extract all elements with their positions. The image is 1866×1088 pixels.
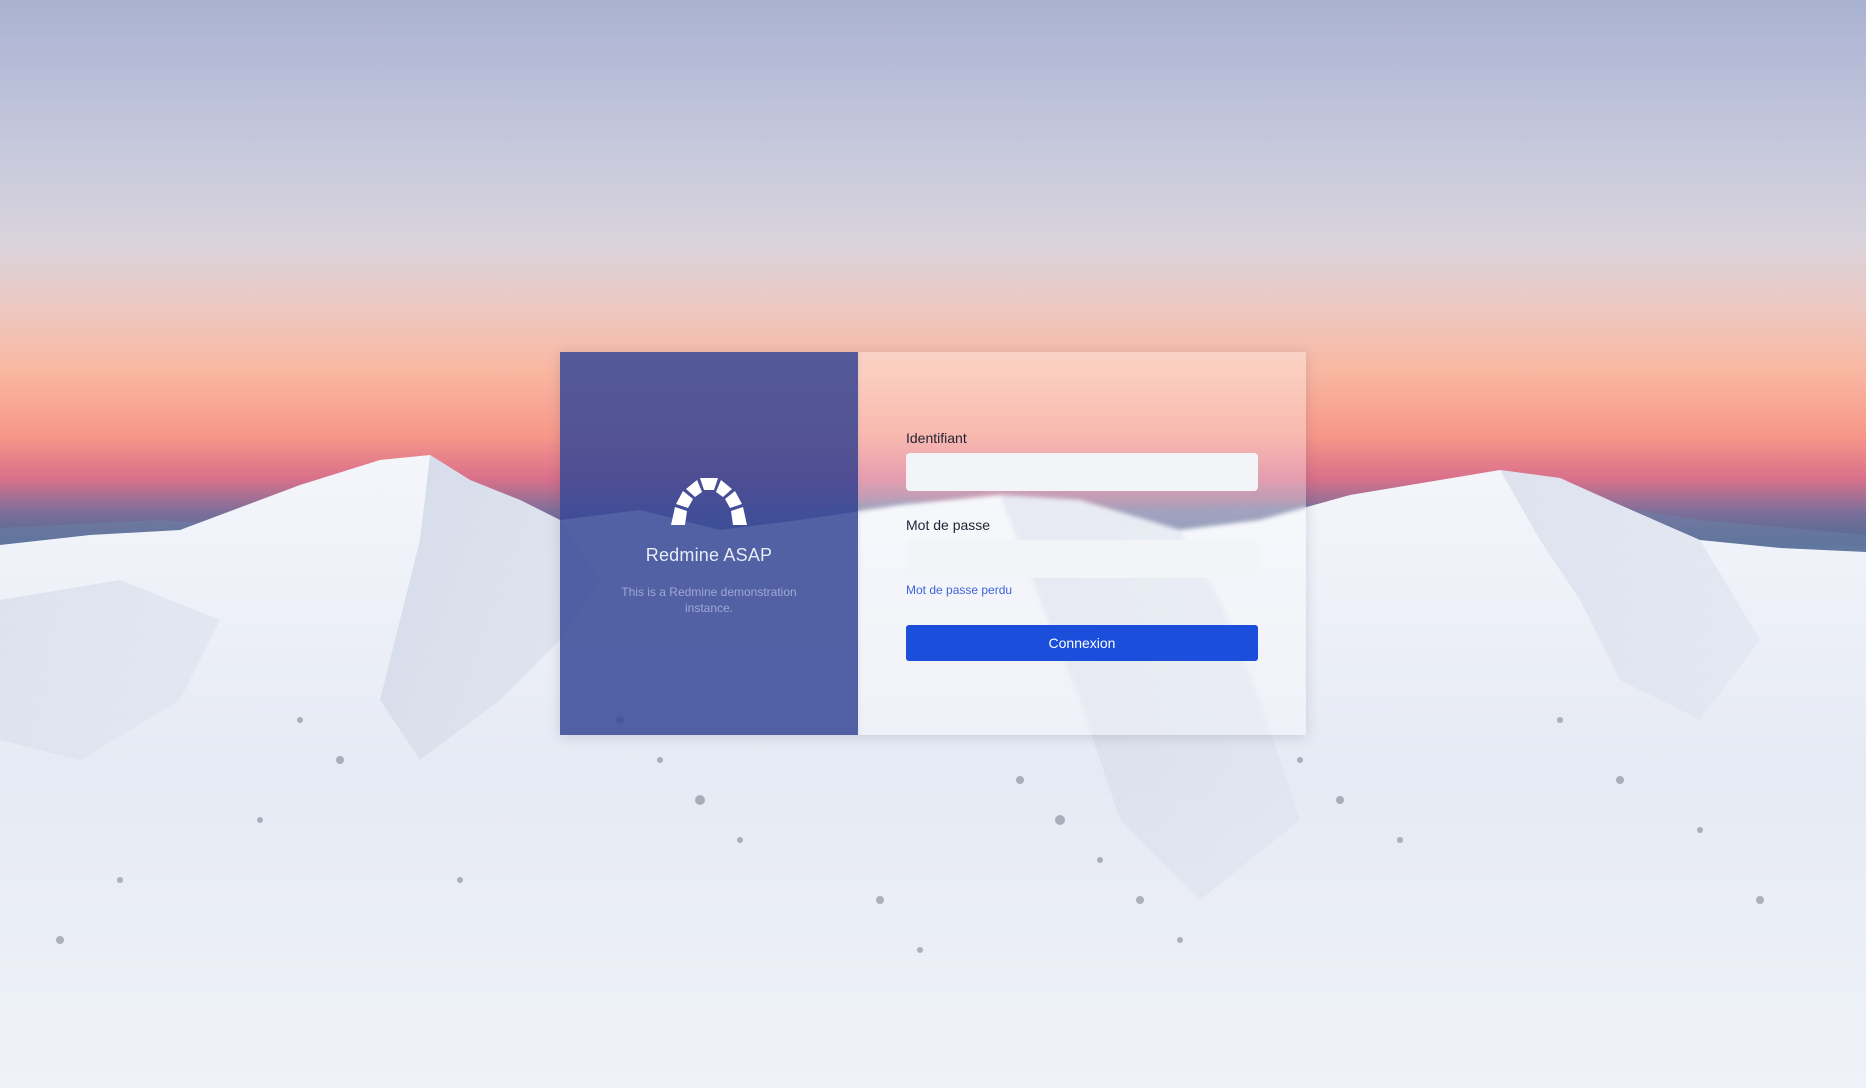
username-input[interactable] [906, 453, 1258, 491]
app-description: This is a Redmine demonstration instance… [621, 585, 797, 615]
username-label: Identifiant [906, 430, 967, 446]
password-input[interactable] [906, 540, 1258, 578]
redmine-arch-icon [671, 478, 747, 525]
login-form: Identifiant Mot de passe Mot de passe pe… [858, 352, 1306, 735]
brand-panel: Redmine ASAP This is a Redmine demonstra… [560, 352, 858, 735]
login-button[interactable]: Connexion [906, 625, 1258, 661]
app-name: Redmine ASAP [645, 545, 773, 565]
login-card: Redmine ASAP This is a Redmine demonstra… [560, 352, 1306, 735]
login-page: Redmine ASAP This is a Redmine demonstra… [0, 0, 1866, 1088]
password-label: Mot de passe [906, 517, 991, 533]
lost-password-link[interactable]: Mot de passe perdu [906, 583, 1012, 597]
